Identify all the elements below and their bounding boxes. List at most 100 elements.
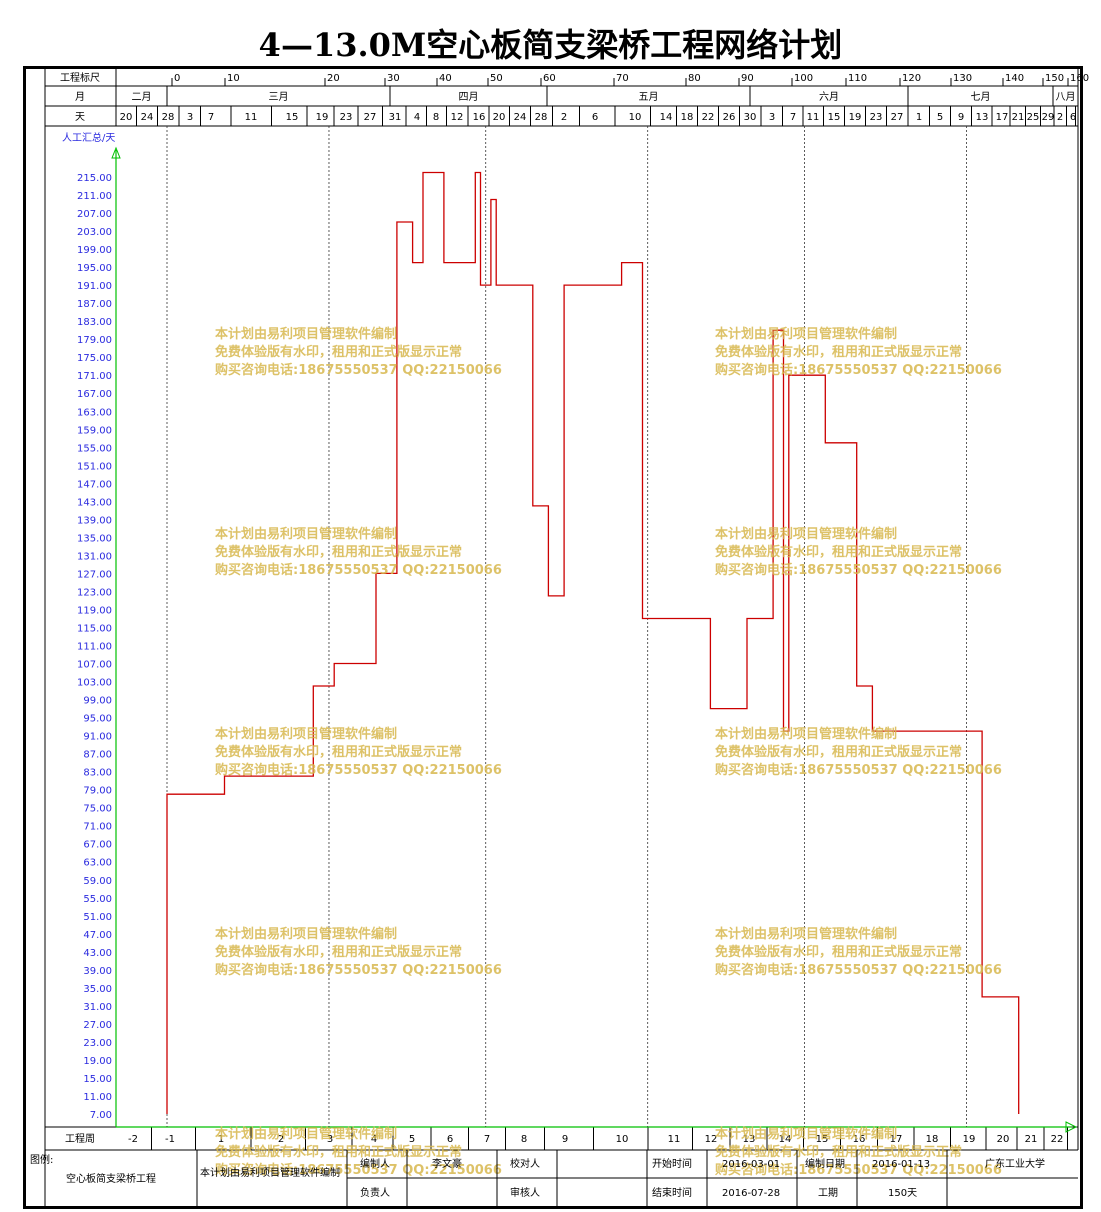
week-label-cell: 18 xyxy=(926,1134,939,1145)
month-label-cell: 七月 xyxy=(971,91,991,103)
scale-tick-label: 60 xyxy=(543,73,556,84)
watermark-3b: 免费体验版有水印，租用和正式版显示正常 xyxy=(215,544,462,560)
y-tick-label: 139.00 xyxy=(77,515,112,526)
day-label-cell: 24 xyxy=(141,112,154,123)
watermark-1b: 免费体验版有水印，租用和正式版显示正常 xyxy=(215,344,462,360)
y-tick-label: 71.00 xyxy=(83,822,112,833)
day-label-cell: 17 xyxy=(996,112,1009,123)
y-tick-label: 159.00 xyxy=(77,425,112,436)
watermark-6b: 免费体验版有水印，租用和正式版显示正常 xyxy=(715,744,962,760)
org-name: 广东工业大学 xyxy=(985,1157,1045,1170)
watermark-9b: 免费体验版有水印，租用和正式版显示正常 xyxy=(215,1144,462,1160)
day-label-cell: 15 xyxy=(828,112,841,123)
watermark-10a: 本计划由易利项目管理软件编制 xyxy=(715,1126,897,1142)
watermark-8c: 购买咨询电话:18675550537 QQ:22150066 xyxy=(715,962,1002,978)
scale-tick-label: 30 xyxy=(387,73,400,84)
week-label-cell: 21 xyxy=(1025,1134,1038,1145)
y-tick-label: 15.00 xyxy=(83,1074,112,1085)
duration-value: 150天 xyxy=(888,1188,917,1199)
month-label-cell: 三月 xyxy=(269,91,289,103)
y-tick-label: 31.00 xyxy=(83,1002,112,1013)
day-label: 天 xyxy=(75,112,85,123)
week-label-cell: 6 xyxy=(447,1134,453,1145)
watermark-5c: 购买咨询电话:18675550537 QQ:22150066 xyxy=(215,762,502,778)
y-tick-label: 39.00 xyxy=(83,966,112,977)
y-tick-label: 83.00 xyxy=(83,768,112,779)
day-label-cell: 20 xyxy=(493,112,506,123)
y-tick-label: 111.00 xyxy=(77,642,112,653)
scale-tick-label: 70 xyxy=(616,73,629,84)
y-tick-label: 19.00 xyxy=(83,1056,112,1067)
day-label-cell: 16 xyxy=(473,112,486,123)
day-label-cell: 1 xyxy=(916,112,922,123)
compile-date-label: 编制日期 xyxy=(805,1157,845,1170)
y-tick-label: 123.00 xyxy=(77,587,112,598)
software-note: 本计划由易利项目管理软件编制 xyxy=(200,1166,340,1179)
watermark-6a: 本计划由易利项目管理软件编制 xyxy=(715,726,897,742)
watermark-5b: 免费体验版有水印，租用和正式版显示正常 xyxy=(215,744,462,760)
scale-tick-label: 160 xyxy=(1070,73,1089,84)
y-tick-label: 179.00 xyxy=(77,335,112,346)
y-tick-label: 187.00 xyxy=(77,299,112,310)
day-label-cell: 23 xyxy=(870,112,883,123)
compile-date-value: 2016-01-13 xyxy=(872,1159,930,1170)
watermark-3c: 购买咨询电话:18675550537 QQ:22150066 xyxy=(215,562,502,578)
y-tick-label: 47.00 xyxy=(83,930,112,941)
y-tick-label: 51.00 xyxy=(83,912,112,923)
reviewer-label: 审核人 xyxy=(510,1186,540,1199)
day-label-cell: 18 xyxy=(681,112,694,123)
watermark-7c: 购买咨询电话:18675550537 QQ:22150066 xyxy=(215,962,502,978)
checker-label: 校对人 xyxy=(510,1157,540,1170)
watermark-1c: 购买咨询电话:18675550537 QQ:22150066 xyxy=(215,362,502,378)
day-label-cell: 29 xyxy=(1042,112,1055,123)
compiler-label: 编制人 xyxy=(360,1157,390,1170)
y-tick-label: 103.00 xyxy=(77,678,112,689)
day-label-cell: 9 xyxy=(958,112,964,123)
y-tick-label: 175.00 xyxy=(77,353,112,364)
day-label-cell: 27 xyxy=(364,112,377,123)
y-tick-label: 119.00 xyxy=(77,605,112,616)
day-label-cell: 28 xyxy=(162,112,175,123)
week-label-cell: 9 xyxy=(562,1134,568,1145)
week-label: 工程周 xyxy=(65,1133,95,1145)
y-tick-label: 55.00 xyxy=(83,894,112,905)
week-label-cell: 8 xyxy=(521,1134,527,1145)
day-label-cell: 7 xyxy=(790,112,796,123)
day-label-cell: 7 xyxy=(208,112,214,123)
watermark-4c: 购买咨询电话:18675550537 QQ:22150066 xyxy=(715,562,1002,578)
y-tick-label: 207.00 xyxy=(77,209,112,220)
day-label-cell: 24 xyxy=(514,112,527,123)
y-tick-label: 215.00 xyxy=(77,173,112,184)
y-tick-label: 87.00 xyxy=(83,750,112,761)
watermark-5a: 本计划由易利项目管理软件编制 xyxy=(215,726,397,742)
resource-chart: 工程标尺 月 天 工程周 0 10 20 30 40 50 60 70 80 90 100 110 12… xyxy=(30,68,1089,1206)
watermark-4a: 本计划由易利项目管理软件编制 xyxy=(715,526,897,542)
y-tick-label: 163.00 xyxy=(77,407,112,418)
watermark-6c: 购买咨询电话:18675550537 QQ:22150066 xyxy=(715,762,1002,778)
scale-tick-label: 20 xyxy=(327,73,340,84)
y-tick-label: 79.00 xyxy=(83,786,112,797)
day-label-cell: 19 xyxy=(316,112,329,123)
scale-tick-label: 120 xyxy=(902,73,921,84)
y-tick-label: 195.00 xyxy=(77,263,112,274)
scale-tick-label: 140 xyxy=(1005,73,1024,84)
day-label-cell: 22 xyxy=(702,112,715,123)
day-label-cell: 10 xyxy=(629,112,642,123)
y-tick-label: 23.00 xyxy=(83,1038,112,1049)
day-label-cell: 2 xyxy=(1057,112,1063,123)
week-label-cell: 10 xyxy=(616,1134,629,1145)
week-label-cell: -1 xyxy=(165,1134,175,1145)
watermark-8a: 本计划由易利项目管理软件编制 xyxy=(715,926,897,942)
watermark-3a: 本计划由易利项目管理软件编制 xyxy=(215,526,397,542)
month-label-cell: 四月 xyxy=(459,91,479,103)
day-label-cell: 2 xyxy=(561,112,567,123)
month-label-cell: 五月 xyxy=(639,91,659,103)
day-label-cell: 28 xyxy=(535,112,548,123)
scale-tick-label: 50 xyxy=(490,73,503,84)
y-tick-label: 131.00 xyxy=(77,551,112,562)
month-label: 月 xyxy=(75,91,85,103)
day-label-cell: 3 xyxy=(187,112,193,123)
y-tick-label: 151.00 xyxy=(77,461,112,472)
y-tick-label: 183.00 xyxy=(77,317,112,328)
scale-tick-label: 80 xyxy=(688,73,701,84)
